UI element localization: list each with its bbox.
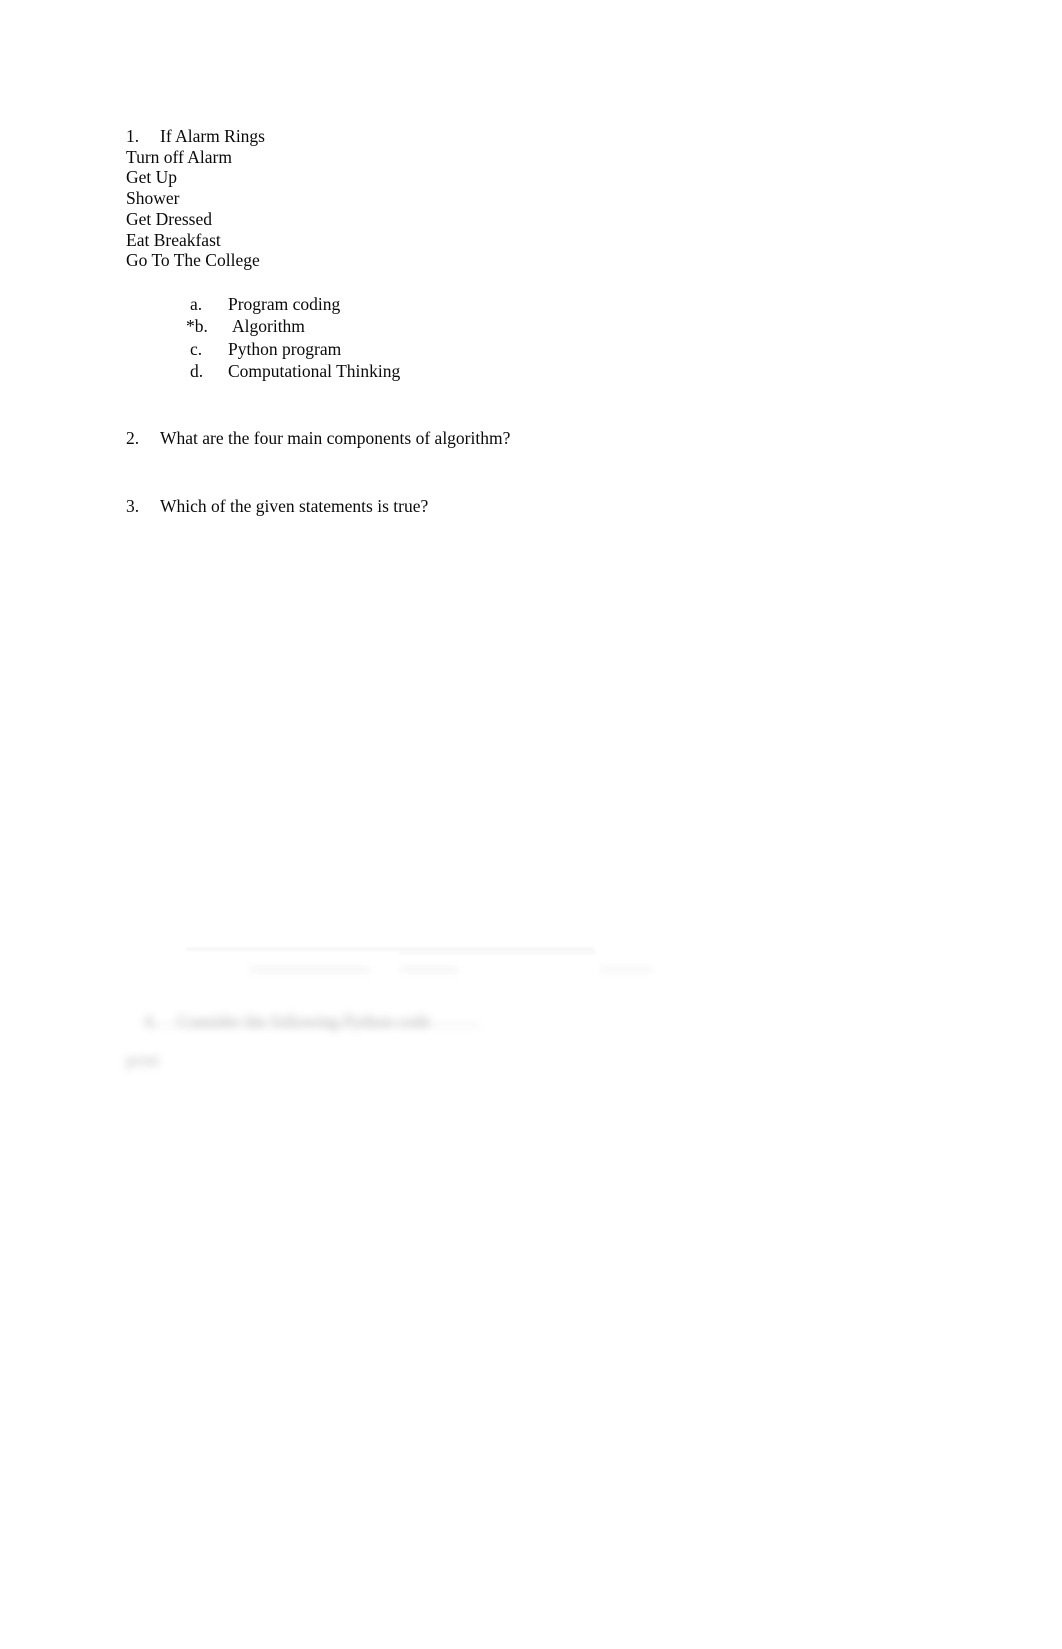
option-d[interactable]: d. Computational Thinking [190, 360, 946, 383]
question-2: 2. What are the four main components of … [126, 428, 946, 449]
obscured-question-4: 4. Consider the following Python code [126, 990, 431, 1053]
option-a-label: Program coding [228, 293, 341, 314]
faint-horizontal-rule [186, 948, 594, 950]
question-1: 1. If Alarm Rings [126, 126, 946, 147]
option-a[interactable]: a. Program coding [190, 293, 946, 316]
option-b-marker: *b. [186, 316, 208, 337]
question-3: 3. Which of the given statements is true… [126, 496, 946, 517]
question-3-title: Which of the given statements is true? [160, 495, 429, 516]
question-2-number: 2. [126, 427, 140, 448]
option-c-label: Python program [228, 338, 342, 359]
faint-horizontal-rule-secondary [400, 952, 596, 954]
question-3-number: 3. [126, 495, 140, 516]
question-1-number: 1. [126, 126, 140, 146]
question-1-options: a. Program coding *b. Algorithm c. Pytho… [126, 293, 946, 383]
obscured-code-snippet: print [126, 1050, 160, 1070]
step-item: Turn off Alarm [126, 146, 232, 167]
ghost-text-fragment [600, 966, 652, 973]
obscured-question-4-title: Consider the following Python code [177, 1011, 431, 1031]
step-item: Eat Breakfast [126, 229, 221, 250]
step-item: Get Dressed [126, 208, 213, 229]
ghost-text-fragment [250, 966, 370, 973]
question-1-title: If Alarm Rings [160, 126, 265, 146]
option-b[interactable]: *b. Algorithm [186, 315, 946, 338]
option-b-label: Algorithm [232, 316, 305, 337]
question-2-title: What are the four main components of alg… [160, 427, 511, 448]
step-item: Shower [126, 188, 180, 209]
document-body: 1. If Alarm Rings Turn off Alarm Get Up … [126, 126, 946, 516]
option-c-marker: c. [190, 338, 203, 359]
option-a-marker: a. [190, 293, 203, 314]
document-page: 1. If Alarm Rings Turn off Alarm Get Up … [0, 0, 1062, 1649]
option-c[interactable]: c. Python program [190, 338, 946, 361]
question-1-steps: Turn off Alarm Get Up Shower Get Dressed… [126, 147, 946, 271]
obscured-question-4-number: 4. [143, 1011, 157, 1031]
step-item: Go To The College [126, 250, 260, 271]
option-d-label: Computational Thinking [228, 361, 401, 382]
ghost-text-fragment [400, 966, 458, 973]
option-d-marker: d. [190, 361, 204, 382]
step-item: Get Up [126, 167, 178, 188]
